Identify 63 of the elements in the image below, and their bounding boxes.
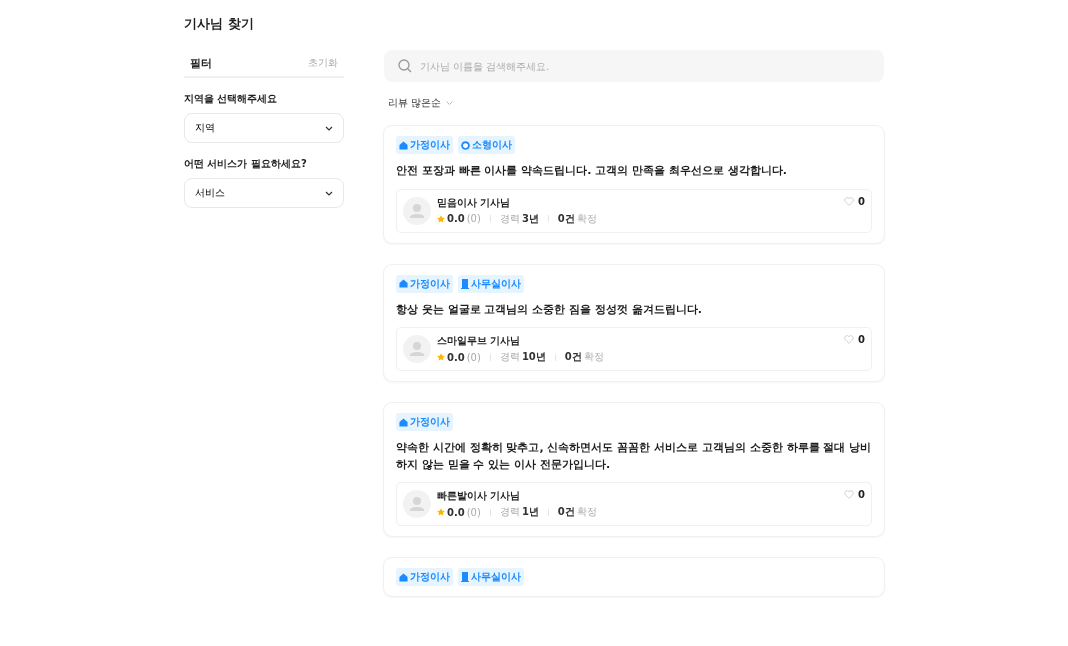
driver-intro: 안전 포장과 빠른 이사를 약속드립니다. 고객의 만족을 최우선으로 생각합니다.	[396, 163, 788, 179]
career-value: 3년	[521, 211, 539, 226]
heart-icon[interactable]	[844, 335, 855, 344]
like-count: 0	[858, 489, 865, 500]
confirmed-label: 확정	[576, 211, 597, 226]
driver-card[interactable]: 가정이사 약속한 시간에 정확히 맞추고, 신속하면서도 꼼꼼한 서비스로 고객님의 소중한 하루를 절대 낭비하지 않는 믿을 수 있는 이사 전문가입니다. 빠른발이사 기사님 0.0 (0) 경력 1년 0건 확정 0	[384, 403, 884, 536]
service-tag: 소형이사	[458, 136, 515, 154]
career-label: 경력	[499, 211, 520, 226]
heart-icon[interactable]	[844, 490, 855, 499]
driver-name: 믿음이사 기사님	[437, 195, 512, 210]
driver-name: 빠른발이사 기사님	[437, 489, 522, 503]
driver-card[interactable]: 가정이사 소형이사 안전 포장과 빠른 이사를 약속드립니다. 고객의 만족을 최우선으로 생각합니다. 믿음이사 기사님 0.0 (0) 경력 3년 0건 확정 0	[384, 126, 884, 243]
confirmed-count: 0건	[564, 350, 582, 364]
confirmed-label: 확정	[583, 350, 604, 364]
career-value: 10년	[521, 350, 546, 364]
avatar-icon	[403, 335, 431, 363]
rating-value: 0.0	[447, 213, 465, 224]
service-tag: 가정이사	[396, 274, 453, 293]
chevron-down-icon	[325, 190, 333, 196]
building-icon	[461, 572, 469, 582]
driver-name: 스마일무브 기사님	[437, 334, 522, 348]
chevron-down-icon	[325, 125, 333, 131]
chevron-down-icon	[446, 101, 454, 105]
avatar-icon	[403, 196, 431, 225]
house-icon	[399, 572, 408, 582]
sort-dropdown[interactable]: 리뷰 많은순	[388, 96, 454, 110]
like-count: 0	[858, 334, 865, 345]
select-dropdown[interactable]: 지역	[184, 113, 344, 143]
career-label: 경력	[499, 350, 520, 364]
avatar-icon	[403, 490, 431, 518]
rating-value: 0.0	[447, 506, 465, 518]
filter-title: 필터	[190, 55, 212, 71]
search-field[interactable]: 기사님 이름을 검색해주세요.	[384, 50, 884, 82]
confirmed-count: 0건	[557, 211, 575, 226]
review-count: (0)	[466, 213, 481, 224]
service-tag: 가정이사	[396, 568, 453, 586]
like-count: 0	[858, 195, 865, 207]
filter-label: 지역을 선택해주세요	[184, 92, 279, 106]
star-icon	[437, 353, 445, 361]
driver-card[interactable]: 가정이사 사무실이사 항상 웃는 얼굴로 고객님의 소중한 짐을 정성껏 옮겨드립니다. 스마일무브 기사님 0.0 (0) 경력 10년 0건 확정 0	[384, 264, 884, 381]
house-icon	[399, 279, 408, 288]
confirmed-count: 0건	[557, 505, 575, 519]
review-count: (0)	[466, 351, 481, 363]
career-label: 경력	[499, 505, 520, 519]
service-tag: 가정이사	[396, 413, 453, 431]
house-icon	[399, 140, 408, 150]
career-value: 1년	[521, 505, 539, 519]
house-icon	[399, 417, 408, 427]
review-count: (0)	[466, 506, 481, 518]
page-title: 기사님 찾기	[184, 15, 255, 33]
service-tag: 사무실이사	[458, 274, 524, 293]
filter-label: 어떤 서비스가 필요하세요?	[184, 157, 308, 171]
service-tag: 가정이사	[396, 136, 453, 154]
select-dropdown[interactable]: 서비스	[184, 178, 344, 208]
heart-icon[interactable]	[844, 196, 855, 206]
driver-intro: 항상 웃는 얼굴로 고객님의 소중한 짐을 정성껏 옮겨드립니다.	[396, 301, 703, 318]
star-icon	[437, 508, 445, 516]
confirmed-label: 확정	[576, 505, 597, 519]
service-tag: 사무실이사	[458, 568, 524, 586]
rating-value: 0.0	[447, 351, 465, 363]
star-icon	[437, 214, 445, 223]
building-icon	[461, 278, 469, 289]
driver-intro: 약속한 시간에 정확히 맞추고, 신속하면서도 꼼꼼한 서비스로 고객님의 소중한 하루를 절대 낭비하지 않는 믿을 수 있는 이사 전문가입니다.	[396, 440, 872, 473]
